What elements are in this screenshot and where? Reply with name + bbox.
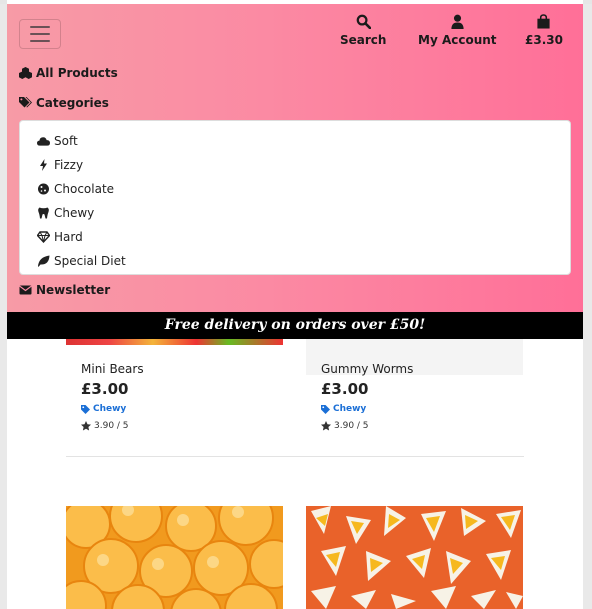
product-image-orange-jellies[interactable] — [66, 506, 283, 609]
product-name[interactable]: Gummy Worms — [321, 362, 413, 376]
product-category-tag[interactable]: Chewy — [321, 404, 366, 414]
product-price: £3.00 — [321, 380, 369, 398]
basket-total: £3.30 — [525, 33, 563, 47]
tags-icon — [19, 97, 32, 108]
category-label: Special Diet — [54, 254, 126, 268]
rating-value: 3.90 / 5 — [94, 421, 129, 431]
category-label: Fizzy — [54, 158, 84, 172]
site-header: Search My Account £3.30 All Products Cat… — [7, 4, 583, 312]
menu-toggle-button[interactable] — [19, 19, 61, 49]
all-products-link[interactable]: All Products — [19, 66, 118, 80]
category-tag-label: Chewy — [93, 404, 127, 414]
all-products-label: All Products — [36, 66, 118, 80]
categories-link[interactable]: Categories — [19, 96, 109, 110]
category-tag-label: Chewy — [333, 404, 367, 414]
product-category-tag[interactable]: Chewy — [81, 404, 126, 414]
categories-label: Categories — [36, 96, 109, 110]
my-account-label: My Account — [418, 33, 497, 47]
product-image-candy-corn[interactable] — [306, 506, 523, 609]
shopping-bag-icon — [537, 14, 551, 29]
categories-dropdown: Soft Fizzy Chocolate Chewy Hard Special … — [19, 120, 571, 275]
category-item-special-diet[interactable]: Special Diet — [20, 249, 570, 273]
star-icon — [81, 421, 91, 431]
hamburger-icon-bar — [30, 33, 50, 35]
category-label: Chewy — [54, 206, 95, 220]
search-icon — [356, 14, 371, 29]
gem-icon — [37, 231, 50, 243]
category-item-chewy[interactable]: Chewy — [20, 201, 570, 225]
my-account-button[interactable]: My Account — [418, 14, 497, 47]
product-price: £3.00 — [81, 380, 129, 398]
rating-value: 3.90 / 5 — [334, 421, 369, 431]
user-icon — [451, 14, 464, 29]
category-item-soft[interactable]: Soft — [20, 129, 570, 153]
newsletter-link[interactable]: Newsletter — [19, 283, 110, 297]
cloud-icon — [37, 137, 50, 146]
category-label: Soft — [54, 134, 78, 148]
hamburger-icon — [30, 26, 50, 28]
promo-banner: Free delivery on orders over £50! — [7, 312, 583, 339]
star-icon — [321, 421, 331, 431]
product-card-gummy-worms[interactable]: Gummy Worms £3.00 Chewy 3.90 / 5 — [306, 339, 523, 449]
tag-icon — [321, 404, 330, 414]
search-button[interactable]: Search — [340, 14, 386, 47]
product-rating: 3.90 / 5 — [81, 421, 129, 431]
product-row-divider — [66, 456, 524, 457]
cookie-icon — [38, 183, 49, 195]
product-rating: 3.90 / 5 — [321, 421, 369, 431]
category-item-chocolate[interactable]: Chocolate — [20, 177, 570, 201]
product-image-mini-bears[interactable] — [66, 339, 283, 345]
tooth-icon — [38, 207, 49, 219]
product-card-mini-bears[interactable]: Mini Bears £3.00 Chewy 3.90 / 5 — [66, 339, 283, 449]
basket-button[interactable]: £3.30 — [525, 14, 563, 47]
newsletter-label: Newsletter — [36, 283, 111, 297]
cubes-icon — [19, 67, 32, 79]
leaf-icon — [38, 255, 50, 267]
tag-icon — [81, 404, 90, 414]
category-item-fizzy[interactable]: Fizzy — [20, 153, 570, 177]
category-label: Chocolate — [54, 182, 115, 196]
bolt-icon — [40, 159, 47, 171]
hamburger-icon-bar — [30, 40, 50, 42]
envelope-icon — [19, 285, 32, 295]
search-label: Search — [340, 33, 387, 47]
category-item-hard[interactable]: Hard — [20, 225, 570, 249]
product-name[interactable]: Mini Bears — [81, 362, 144, 376]
category-label: Hard — [54, 230, 83, 244]
